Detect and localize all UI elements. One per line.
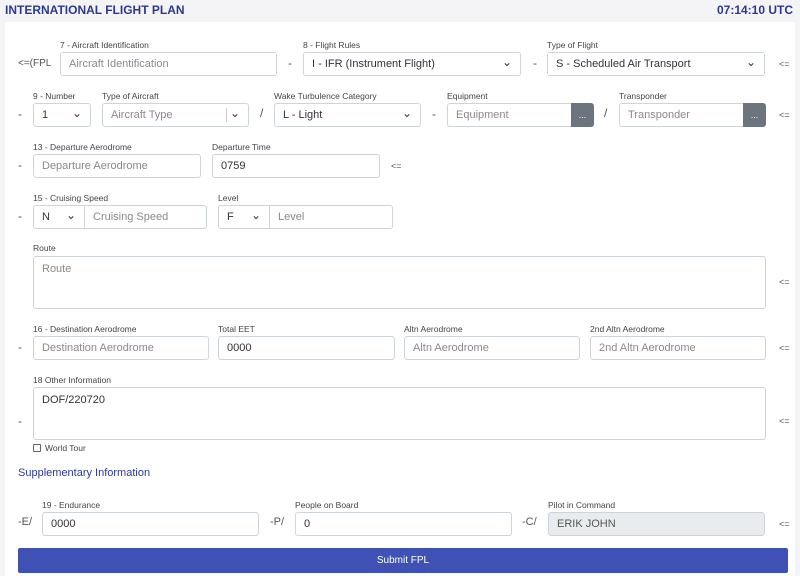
cruising-speed-label: 15 - Cruising Speed (33, 193, 109, 203)
destination-input[interactable]: Destination Aerodrome (33, 336, 209, 360)
line-end-marker: <= (779, 277, 790, 287)
pilot-prefix: -C/ (522, 516, 537, 528)
submit-fpl-button[interactable]: Submit FPL (18, 548, 788, 573)
aircraft-id-input[interactable]: Aircraft Identification (60, 52, 277, 76)
number-label: 9 - Number (33, 91, 76, 101)
departure-input[interactable]: Departure Aerodrome (33, 154, 201, 178)
wake-turbulence-select[interactable]: L - Light (274, 103, 421, 127)
route-label: Route (33, 243, 56, 253)
separator: - (533, 56, 537, 70)
type-of-flight-label: Type of Flight (547, 40, 599, 50)
altn2-label: 2nd Altn Aerodrome (590, 324, 665, 334)
line-end-marker: <= (391, 161, 402, 171)
supplementary-heading: Supplementary Information (18, 467, 151, 479)
separator: - (432, 107, 436, 121)
separator: - (18, 414, 22, 428)
departure-time-label: Departure Time (212, 142, 271, 152)
number-select[interactable]: 1 (33, 103, 91, 127)
transponder-label: Transponder (619, 91, 667, 101)
altn2-input[interactable]: 2nd Altn Aerodrome (590, 336, 766, 360)
level-label: Level (218, 193, 239, 203)
world-tour-label: World Tour (45, 443, 86, 453)
fpl-prefix: <=(FPL (18, 58, 52, 69)
altn-label: Altn Aerodrome (404, 324, 463, 334)
people-label: People on Board (295, 500, 359, 510)
transponder-picker-button[interactable]: ... (743, 103, 766, 127)
world-tour-checkbox[interactable] (33, 444, 41, 452)
line-end-marker: <= (779, 59, 790, 69)
total-eet-input[interactable]: 0000 (218, 336, 395, 360)
separator: - (18, 340, 22, 354)
equipment-picker-button[interactable]: ... (571, 103, 594, 127)
line-end-marker: <= (779, 343, 790, 353)
destination-label: 16 - Destination Aerodrome (33, 324, 137, 334)
transponder-input[interactable]: Transponder (619, 103, 744, 127)
separator: - (18, 107, 22, 121)
utc-clock: 07:14:10 UTC (716, 3, 793, 17)
altn-input[interactable]: Altn Aerodrome (404, 336, 580, 360)
equipment-input[interactable]: Equipment (447, 103, 572, 127)
type-of-flight-select[interactable]: S - Scheduled Air Transport (547, 52, 765, 76)
level-input[interactable]: Level (269, 205, 393, 229)
total-eet-label: Total EET (218, 324, 255, 334)
endurance-input[interactable]: 0000 (42, 512, 259, 536)
endurance-prefix: -E/ (18, 516, 33, 528)
equipment-label: Equipment (447, 91, 488, 101)
departure-label: 13 - Departure Aerodrome (33, 142, 132, 152)
pilot-in-command-input: ERIK JOHN (548, 512, 765, 536)
other-info-label: 18 Other Information (33, 375, 111, 385)
route-textarea[interactable]: Route (33, 256, 766, 309)
separator: / (604, 106, 608, 120)
line-end-marker: <= (779, 519, 790, 529)
other-info-textarea[interactable]: DOF/220720 (33, 387, 766, 440)
people-on-board-input[interactable]: 0 (295, 512, 512, 536)
pilot-label: Pilot in Command (548, 500, 616, 510)
select-divider (226, 108, 227, 122)
flight-rules-select[interactable]: I - IFR (Instrument Flight) (303, 52, 521, 76)
endurance-label: 19 - Endurance (42, 500, 101, 510)
level-unit-select[interactable]: F (218, 205, 270, 229)
line-end-marker: <= (779, 110, 790, 120)
separator: - (18, 209, 22, 223)
separator: / (260, 106, 264, 120)
aircraft-type-label: Type of Aircraft (102, 91, 159, 101)
aircraft-id-label: 7 - Aircraft Identification (60, 40, 149, 50)
cruising-speed-input[interactable]: Cruising Speed (84, 205, 207, 229)
wake-label: Wake Turbulence Category (274, 91, 377, 101)
departure-time-input[interactable]: 0759 (212, 154, 380, 178)
people-prefix: -P/ (270, 516, 285, 528)
flight-rules-label: 8 - Flight Rules (303, 40, 361, 50)
separator: - (288, 56, 292, 70)
page-title: INTERNATIONAL FLIGHT PLAN (5, 3, 185, 17)
line-end-marker: <= (779, 416, 790, 426)
speed-unit-select[interactable]: N (33, 205, 85, 229)
separator: - (18, 158, 22, 172)
